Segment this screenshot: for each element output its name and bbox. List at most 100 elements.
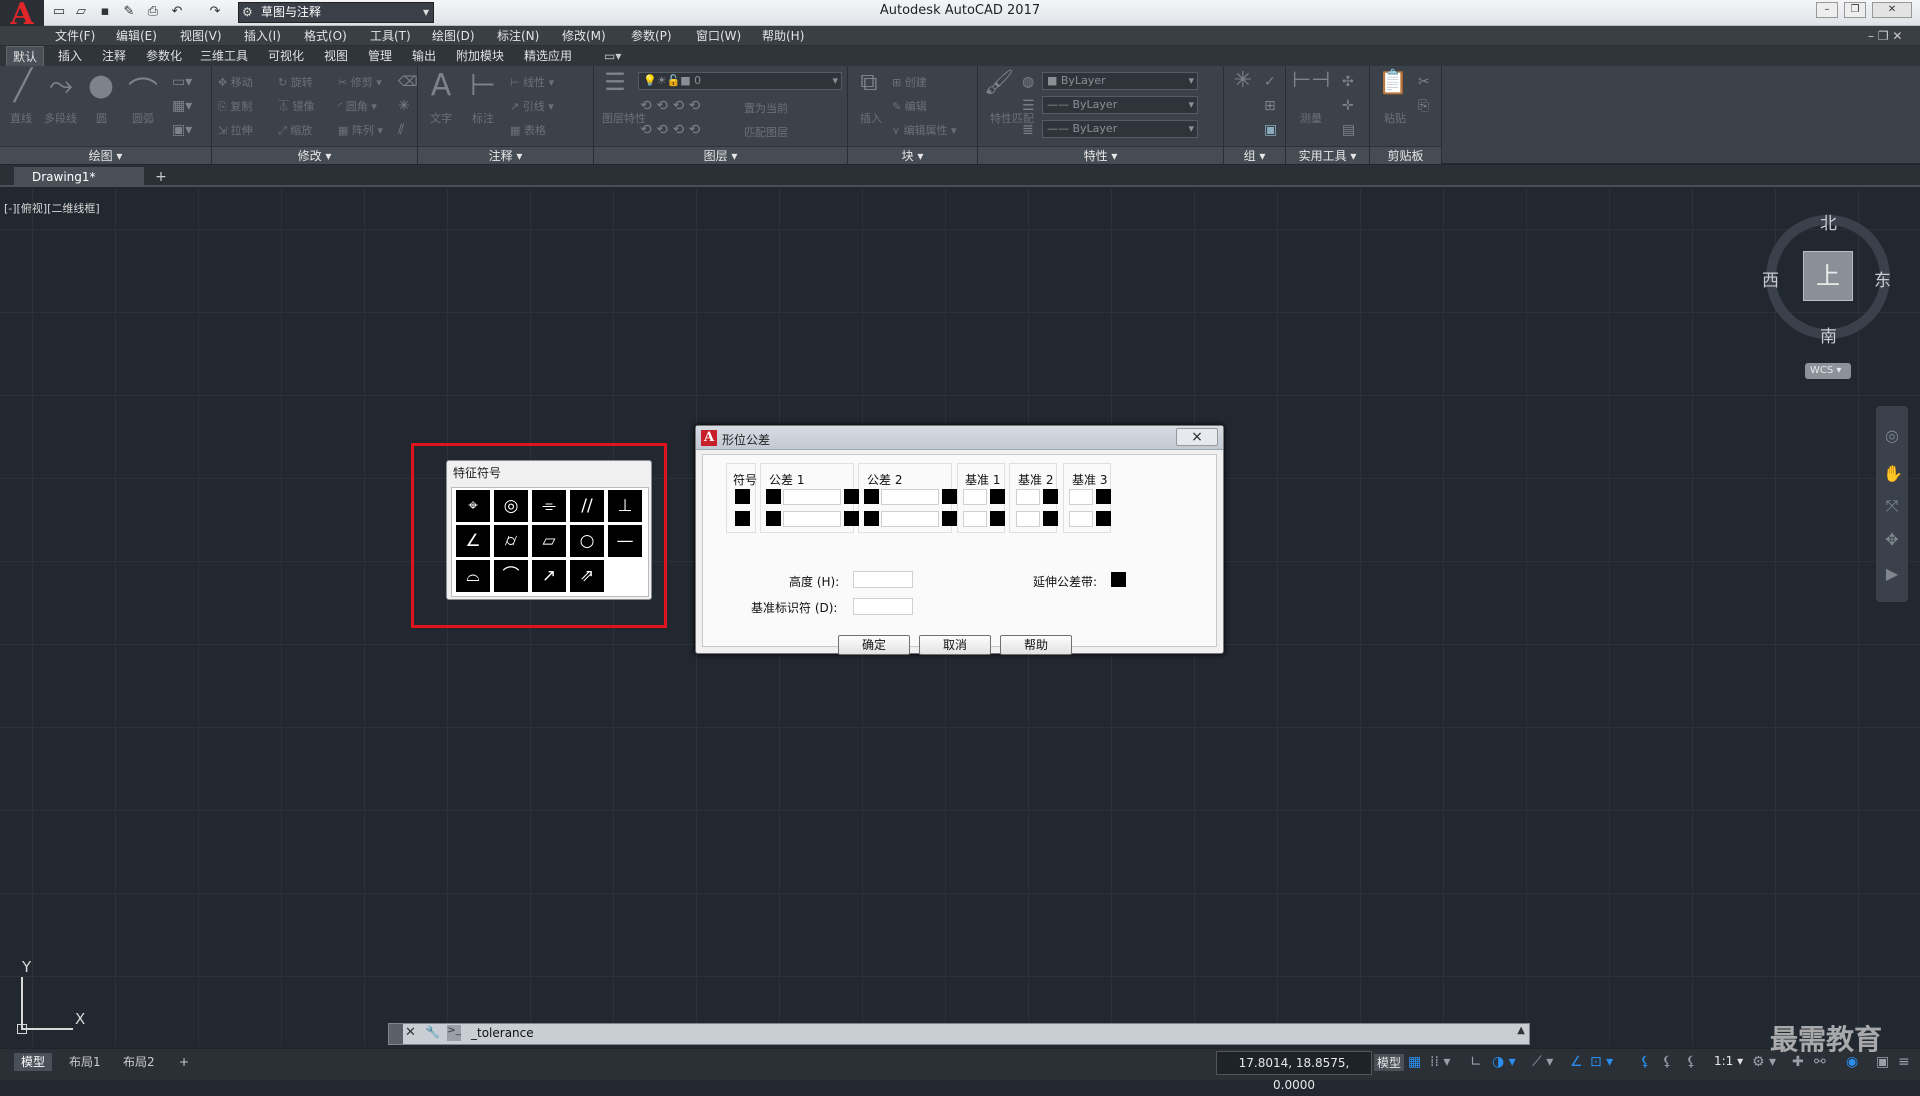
linear-tool[interactable]: ⊢ 线性 ▾ bbox=[510, 74, 554, 90]
offset-icon[interactable]: ⫽ bbox=[398, 122, 404, 138]
menu-view[interactable]: 视图(V) bbox=[180, 27, 222, 45]
datum1-material-swatch-1[interactable] bbox=[990, 489, 1005, 504]
flatness-symbol[interactable]: ▱ bbox=[532, 525, 566, 557]
menu-help[interactable]: 帮助(H) bbox=[762, 27, 804, 45]
edit-attributes-tool[interactable]: ⋎ 编辑属性 ▾ bbox=[892, 122, 957, 138]
fillet-tool[interactable]: ◜ 圆角 ▾ bbox=[338, 98, 377, 114]
move-tool[interactable]: ✥ 移动 bbox=[218, 74, 253, 90]
concentricity-symbol[interactable]: ◎ bbox=[494, 490, 528, 522]
pan-hand-icon[interactable]: ✋ bbox=[1883, 464, 1903, 483]
panel-block-label[interactable]: 块 ▾ bbox=[848, 146, 977, 164]
parallelism-symbol[interactable]: // bbox=[570, 490, 604, 522]
arc-icon[interactable]: ⌒ bbox=[126, 68, 160, 112]
projected-zone-swatch[interactable] bbox=[1111, 572, 1126, 587]
datum3-material-swatch-1[interactable] bbox=[1096, 489, 1111, 504]
line-profile-symbol[interactable]: ⌒ bbox=[494, 560, 528, 592]
tol2-diameter-swatch-1[interactable] bbox=[864, 489, 879, 504]
datum3-material-swatch-2[interactable] bbox=[1096, 511, 1111, 526]
calculator-icon[interactable]: ▤ bbox=[1342, 122, 1355, 138]
grid-icon[interactable]: ▦ bbox=[1408, 1054, 1421, 1070]
wcs-menu[interactable]: WCS ▾ bbox=[1805, 363, 1851, 379]
panel-properties-label[interactable]: 特性 ▾ bbox=[978, 146, 1223, 164]
tol1-value-field-2[interactable] bbox=[783, 511, 841, 527]
annotation-scale-icon[interactable]: ⚸ bbox=[1686, 1054, 1696, 1070]
layer-freeze-icon[interactable]: ⟲ ⟲ ⟲ ⟲ bbox=[640, 122, 700, 138]
annotation-visibility-icon[interactable]: ⚸ bbox=[1640, 1054, 1650, 1070]
edit-block-tool[interactable]: ✎ 编辑 bbox=[892, 98, 927, 114]
menu-parametric[interactable]: 参数(P) bbox=[631, 27, 672, 45]
group-selection-icon[interactable]: ▣ bbox=[1264, 122, 1277, 138]
steering-wheel-icon[interactable]: ◎ bbox=[1883, 426, 1901, 445]
tab-parametric[interactable]: 参数化 bbox=[140, 46, 188, 66]
datum1-material-swatch-2[interactable] bbox=[990, 511, 1005, 526]
menu-dimension[interactable]: 标注(N) bbox=[497, 27, 539, 45]
perpendicularity-symbol[interactable]: ⊥ bbox=[608, 490, 642, 522]
linetype-dropdown[interactable]: —— ByLayer ▾ bbox=[1042, 96, 1198, 114]
match-layer-label[interactable]: 匹配图层 bbox=[744, 124, 788, 140]
group-icon[interactable]: ✳ bbox=[1228, 68, 1258, 93]
panel-utilities-label[interactable]: 实用工具 ▾ bbox=[1286, 146, 1369, 164]
ungroup-icon[interactable]: ✓ bbox=[1264, 74, 1276, 90]
snap-icon[interactable]: ⁞⁞ ▾ bbox=[1430, 1054, 1450, 1070]
restore-button[interactable]: ❐ bbox=[1844, 2, 1866, 18]
new-tab-plus-icon[interactable]: + bbox=[152, 168, 170, 186]
datum1-field-1[interactable] bbox=[963, 489, 987, 505]
symbol-swatch-1[interactable] bbox=[735, 489, 750, 504]
panel-groups-label[interactable]: 组 ▾ bbox=[1224, 146, 1285, 164]
tol1-diameter-swatch-1[interactable] bbox=[766, 489, 781, 504]
tol1-material-swatch-1[interactable] bbox=[844, 489, 859, 504]
tab-default[interactable]: 默认 bbox=[6, 46, 45, 66]
trim-tool[interactable]: ✂ 修剪 ▾ bbox=[338, 74, 382, 90]
menu-edit[interactable]: 编辑(E) bbox=[116, 27, 157, 45]
layout-tab-2[interactable]: 布局2 bbox=[116, 1053, 162, 1071]
panel-modify-label[interactable]: 修改 ▾ bbox=[212, 146, 417, 164]
array-tool[interactable]: ▦ 阵列 ▾ bbox=[338, 122, 383, 138]
lineweight-icon[interactable]: ≣ bbox=[1022, 122, 1034, 138]
insert-block-icon[interactable]: ⧉ bbox=[852, 68, 886, 96]
tol1-material-swatch-2[interactable] bbox=[844, 511, 859, 526]
viewcube-north[interactable]: 北 bbox=[1820, 209, 1837, 234]
menu-modify[interactable]: 修改(M) bbox=[562, 27, 606, 45]
tab-manage[interactable]: 管理 bbox=[362, 46, 398, 66]
datum1-field-2[interactable] bbox=[963, 511, 987, 527]
datum3-field-2[interactable] bbox=[1069, 511, 1093, 527]
stretch-tool[interactable]: ⇲ 拉伸 bbox=[218, 122, 253, 138]
group-edit-icon[interactable]: ⊞ bbox=[1264, 98, 1276, 114]
layout-tab-1[interactable]: 布局1 bbox=[62, 1053, 108, 1071]
dialog-close-button[interactable]: × bbox=[1176, 428, 1218, 446]
zoom-extents-icon[interactable]: ⤧ bbox=[1883, 496, 1901, 515]
doc-window-controls[interactable]: – ❐ ✕ bbox=[1868, 27, 1902, 45]
customization-menu-icon[interactable]: ≡ bbox=[1898, 1054, 1910, 1070]
command-input[interactable]: _tolerance bbox=[471, 1026, 534, 1040]
ok-button[interactable]: 确定 bbox=[838, 635, 910, 655]
lineweight-dropdown[interactable]: —— ByLayer ▾ bbox=[1042, 120, 1198, 138]
make-current-label[interactable]: 置为当前 bbox=[744, 100, 788, 116]
auto-scale-icon[interactable]: ⚸ bbox=[1662, 1054, 1672, 1070]
panel-annotation-label[interactable]: 注释 ▾ bbox=[418, 146, 593, 164]
hatch-icon[interactable]: ▦▾ bbox=[172, 98, 192, 114]
viewcube-east[interactable]: 东 bbox=[1874, 266, 1891, 291]
model-space-toggle[interactable]: 模型 bbox=[1374, 1054, 1405, 1071]
circular-runout-symbol[interactable]: ↗ bbox=[532, 560, 566, 592]
boundary-icon[interactable]: ▣▾ bbox=[172, 122, 192, 138]
total-runout-symbol[interactable]: ⇗ bbox=[570, 560, 604, 592]
tol1-value-field-1[interactable] bbox=[783, 489, 841, 505]
copy-clip-icon[interactable]: ⎘ bbox=[1418, 98, 1429, 114]
tol2-value-field-1[interactable] bbox=[881, 489, 939, 505]
annotation-scale-value[interactable]: 1:1 ▾ bbox=[1714, 1054, 1743, 1068]
datum2-material-swatch-2[interactable] bbox=[1043, 511, 1058, 526]
help-button[interactable]: 帮助 bbox=[1000, 635, 1072, 655]
leader-tool[interactable]: ↗ 引线 ▾ bbox=[510, 98, 554, 114]
mirror-tool[interactable]: ⏄ 镜像 bbox=[278, 98, 315, 114]
tol2-diameter-swatch-2[interactable] bbox=[864, 511, 879, 526]
erase-icon[interactable]: ⌫ bbox=[398, 74, 418, 90]
layout-tab-model[interactable]: 模型 bbox=[14, 1053, 53, 1071]
tab-insert[interactable]: 插入 bbox=[52, 46, 88, 66]
command-history-arrow-icon[interactable]: ▲ bbox=[1517, 1025, 1525, 1036]
minimize-button[interactable]: – bbox=[1816, 2, 1838, 18]
file-tab-drawing1[interactable]: Drawing1* bbox=[14, 167, 144, 187]
linetype-icon[interactable]: ☰ bbox=[1022, 98, 1035, 114]
datum2-field-1[interactable] bbox=[1016, 489, 1040, 505]
ribbon-options-icon[interactable]: ▭▾ bbox=[598, 46, 627, 66]
quick-calc-icon[interactable]: ✛ bbox=[1342, 98, 1354, 114]
